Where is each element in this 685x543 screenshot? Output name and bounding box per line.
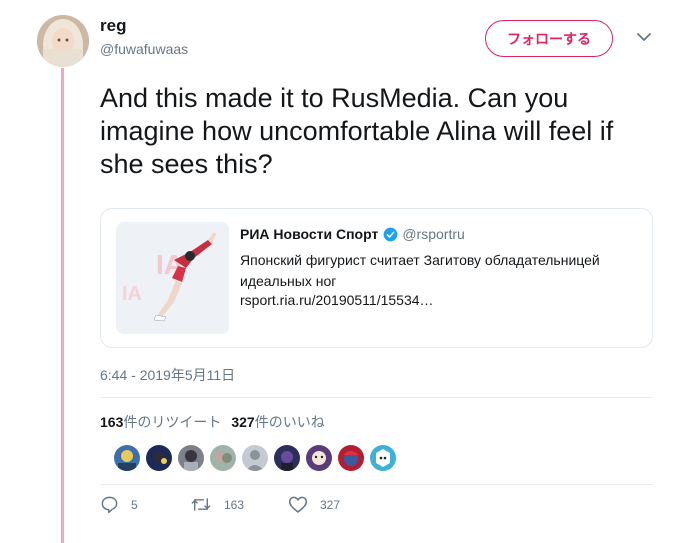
liker-avatars xyxy=(114,445,396,471)
retweet-icon xyxy=(191,498,211,511)
author-handle[interactable]: @fuwafuwaas xyxy=(100,41,188,57)
reply-button[interactable]: 5 xyxy=(100,495,190,514)
divider xyxy=(100,484,653,485)
like-stat-count: 327 xyxy=(231,414,255,430)
follow-button[interactable]: フォローする xyxy=(485,20,613,57)
liker-avatar[interactable] xyxy=(210,445,236,471)
verified-badge-icon xyxy=(383,227,398,241)
engagement-stats: 163件のリツイート 327件のいいね xyxy=(100,412,325,432)
liker-avatar[interactable] xyxy=(274,445,300,471)
tweet-text: And this made it to RusMedia. Can you im… xyxy=(100,83,614,179)
link-card[interactable]: IA IA РИА Новости Спорт @rsportru Японск… xyxy=(100,208,653,348)
liker-avatar[interactable] xyxy=(306,445,332,471)
reply-count: 5 xyxy=(131,497,138,512)
divider xyxy=(100,397,653,398)
liker-avatar[interactable] xyxy=(370,445,396,471)
card-source: РИА Новости Спорт @rsportru xyxy=(240,226,465,242)
retweet-stat-label: 件のリツイート xyxy=(123,414,222,430)
card-thumbnail: IA IA xyxy=(116,222,229,334)
liker-avatar[interactable] xyxy=(114,445,140,471)
retweet-count: 163 xyxy=(224,497,245,512)
tweet-timestamp[interactable]: 6:44 - 2019年5月11日 xyxy=(100,365,235,385)
like-stat[interactable]: 327件のいいね xyxy=(231,412,324,432)
liker-avatar[interactable] xyxy=(178,445,204,471)
author-display-name[interactable]: reg xyxy=(100,16,126,36)
like-button[interactable]: 327 xyxy=(288,495,340,514)
more-options-button[interactable] xyxy=(633,26,655,48)
thread-line xyxy=(61,68,64,543)
liker-avatar[interactable] xyxy=(146,445,172,471)
like-count: 327 xyxy=(320,497,341,512)
heart-icon xyxy=(288,496,308,513)
retweet-stat[interactable]: 163件のリツイート xyxy=(100,412,221,432)
card-source-handle: @rsportru xyxy=(402,226,465,242)
author-avatar[interactable] xyxy=(37,15,89,67)
retweet-stat-count: 163 xyxy=(100,414,124,430)
card-url[interactable]: rsport.ria.ru/20190511/15534… xyxy=(240,292,434,308)
card-source-name: РИА Новости Спорт xyxy=(240,226,379,242)
card-description: Японский фигурист считает Загитову облад… xyxy=(240,252,600,289)
svg-text:IA: IA xyxy=(122,283,142,305)
tweet-actions: 5 163 327 xyxy=(100,495,340,514)
retweet-button[interactable]: 163 xyxy=(190,495,288,514)
liker-avatar[interactable] xyxy=(338,445,364,471)
reply-icon xyxy=(101,496,118,514)
liker-avatar[interactable] xyxy=(242,445,268,471)
chevron-down-icon xyxy=(637,32,651,41)
like-stat-label: 件のいいね xyxy=(254,414,325,430)
